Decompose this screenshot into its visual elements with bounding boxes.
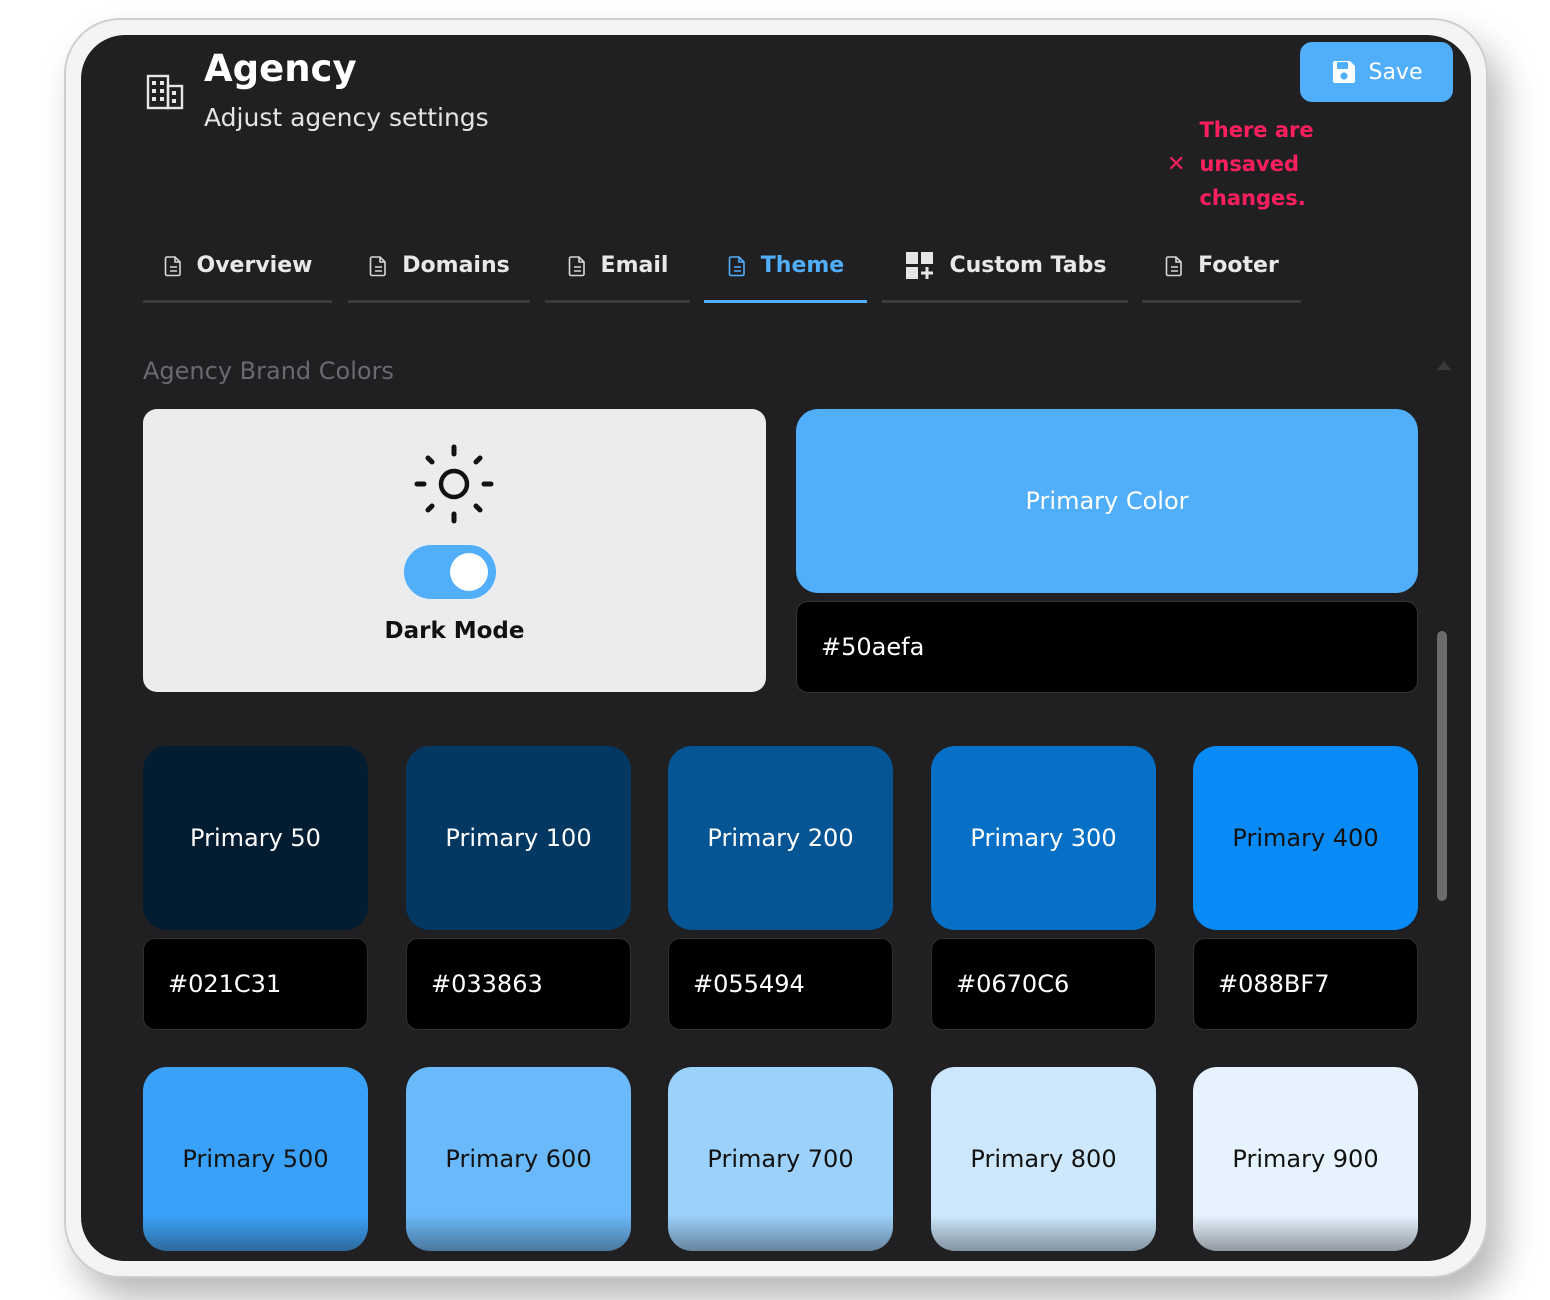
- shade-swatch[interactable]: Primary 100: [406, 746, 631, 930]
- shade-label: Primary 500: [182, 1145, 329, 1173]
- dark-mode-card: Dark Mode: [143, 409, 766, 692]
- section-heading: Agency Brand Colors: [143, 357, 394, 385]
- tab-label: Custom Tabs: [949, 253, 1107, 278]
- shade-hex-input[interactable]: #088BF7: [1193, 938, 1418, 1030]
- dark-mode-toggle[interactable]: [404, 545, 496, 599]
- tab-theme[interactable]: Theme: [704, 231, 867, 303]
- building-icon: [146, 74, 184, 110]
- shade-hex-input[interactable]: #055494: [668, 938, 893, 1030]
- shade-label: Primary 300: [970, 824, 1117, 852]
- save-button[interactable]: Save: [1300, 42, 1453, 102]
- tab-label: Footer: [1198, 253, 1279, 278]
- primary-color-label: Primary Color: [1025, 487, 1189, 515]
- tab-label: Email: [600, 253, 669, 278]
- tab-label: Theme: [760, 253, 845, 278]
- shade-swatch[interactable]: Primary 200: [668, 746, 893, 930]
- shade-label: Primary 900: [1232, 1145, 1379, 1173]
- document-icon: [568, 255, 585, 276]
- grid-plus-icon: [905, 251, 933, 279]
- shade-swatch[interactable]: Primary 700: [668, 1067, 893, 1251]
- shade-label: Primary 200: [707, 824, 854, 852]
- dark-mode-label: Dark Mode: [384, 618, 525, 644]
- document-icon: [1165, 255, 1182, 276]
- shade-label: Primary 400: [1232, 824, 1379, 852]
- tab-domains[interactable]: Domains: [348, 231, 530, 303]
- shade-swatch[interactable]: Primary 600: [406, 1067, 631, 1251]
- tab-overview[interactable]: Overview: [143, 231, 332, 303]
- shade-label: Primary 800: [970, 1145, 1117, 1173]
- tab-label: Overview: [196, 253, 313, 278]
- tab-label: Domains: [402, 253, 510, 278]
- shade-hex-input[interactable]: #021C31: [143, 938, 368, 1030]
- scroll-up-arrow[interactable]: [1437, 361, 1451, 370]
- unsaved-changes-text: There are unsaved changes.: [1199, 118, 1314, 210]
- shade-hex-input[interactable]: #033863: [406, 938, 631, 1030]
- primary-color-swatch[interactable]: Primary Color: [796, 409, 1418, 593]
- page-subtitle: Adjust agency settings: [204, 103, 489, 132]
- page-title: Agency: [204, 47, 357, 90]
- tab-footer[interactable]: Footer: [1142, 231, 1301, 303]
- shade-label: Primary 700: [707, 1145, 854, 1173]
- shade-label: Primary 50: [190, 824, 321, 852]
- shade-swatch[interactable]: Primary 500: [143, 1067, 368, 1251]
- shade-swatch[interactable]: Primary 900: [1193, 1067, 1418, 1251]
- document-icon: [369, 255, 387, 276]
- document-icon: [728, 255, 745, 276]
- floppy-disk-icon: [1333, 61, 1356, 83]
- shade-swatch[interactable]: Primary 50: [143, 746, 368, 930]
- shade-swatch[interactable]: Primary 300: [931, 746, 1156, 930]
- shade-label: Primary 600: [445, 1145, 592, 1173]
- shade-swatch[interactable]: Primary 400: [1193, 746, 1418, 930]
- shade-swatch[interactable]: Primary 800: [931, 1067, 1156, 1251]
- tab-custom-tabs[interactable]: Custom Tabs: [882, 231, 1128, 303]
- settings-window: Agency Adjust agency settings Save ✕ The…: [81, 35, 1471, 1261]
- sun-icon: [414, 444, 494, 524]
- unsaved-changes-warning: ✕ There are unsaved changes.: [1167, 113, 1409, 215]
- tab-email[interactable]: Email: [545, 231, 690, 303]
- save-button-label: Save: [1368, 59, 1423, 85]
- shade-hex-input[interactable]: #0670C6: [931, 938, 1156, 1030]
- shade-label: Primary 100: [445, 824, 592, 852]
- document-icon: [164, 255, 181, 276]
- close-icon: ✕: [1167, 151, 1186, 177]
- scrollbar-thumb[interactable]: [1437, 631, 1447, 901]
- toggle-knob: [450, 553, 488, 591]
- primary-color-hex-input[interactable]: #50aefa: [796, 601, 1418, 693]
